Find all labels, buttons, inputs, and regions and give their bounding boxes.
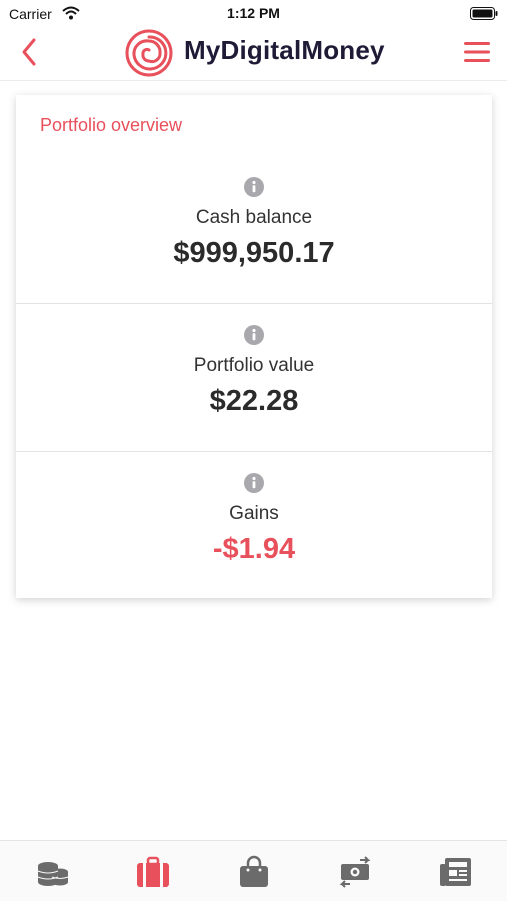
gains-metric: Gains -$1.94 (16, 473, 492, 566)
app-header: MyDigitalMoney (0, 26, 507, 81)
app-title: MyDigitalMoney (184, 35, 385, 65)
portfolio-overview-card: Portfolio overview Cash balance $999,950… (16, 95, 492, 598)
status-bar: Carrier 1:12 PM (0, 0, 507, 26)
metric-value: -$1.94 (212, 533, 296, 565)
shopping-bag-icon[interactable] (237, 855, 271, 889)
menu-button[interactable] (463, 38, 491, 66)
newspaper-icon[interactable] (439, 855, 473, 889)
coins-icon[interactable] (35, 855, 69, 889)
battery-icon (470, 7, 498, 20)
cash-balance-metric: Cash balance $999,950.17 (16, 177, 492, 270)
tab-bar (0, 840, 507, 901)
metric-value: $999,950.17 (173, 237, 335, 269)
metric-label: Cash balance (195, 207, 313, 228)
info-icon[interactable] (244, 325, 264, 345)
briefcase-icon[interactable] (136, 855, 170, 889)
metric-value: $22.28 (209, 385, 299, 417)
info-icon[interactable] (244, 177, 264, 197)
divider (16, 451, 492, 452)
divider (16, 303, 492, 304)
portfolio-value-metric: Portfolio value $22.28 (16, 325, 492, 418)
card-title: Portfolio overview (40, 115, 183, 135)
info-icon[interactable] (244, 473, 264, 493)
metric-label: Portfolio value (193, 355, 315, 376)
back-button[interactable] (14, 34, 46, 70)
spiral-logo-icon (125, 29, 173, 77)
money-exchange-icon[interactable] (338, 855, 372, 889)
metric-label: Gains (229, 503, 279, 524)
status-time: 1:12 PM (227, 5, 280, 21)
